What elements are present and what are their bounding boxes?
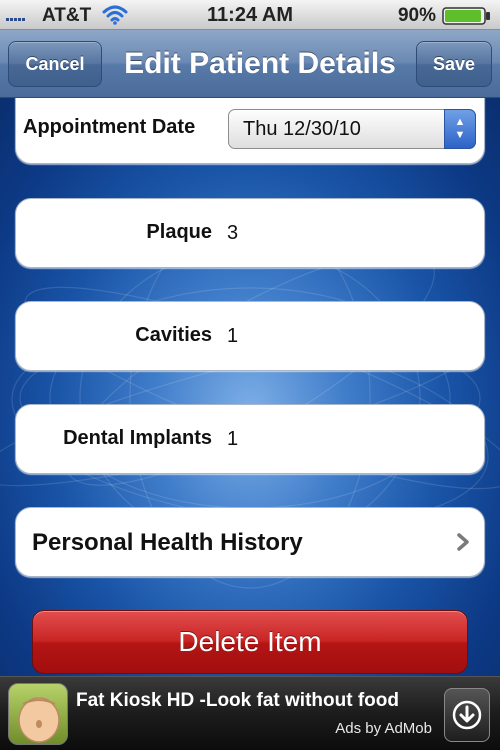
- cavities-value[interactable]: 1: [227, 325, 238, 348]
- ad-attribution: Ads by AdMob: [335, 720, 432, 737]
- delete-item-button[interactable]: Delete Item: [32, 610, 468, 674]
- background-artwork: [0, 207, 500, 589]
- download-icon[interactable]: [444, 688, 490, 742]
- cancel-button[interactable]: Cancel: [8, 41, 102, 87]
- dental-implants-value[interactable]: 1: [227, 428, 238, 451]
- ad-title[interactable]: Fat Kiosk HD -Look fat without food: [76, 690, 399, 712]
- navigation-bar: Cancel Edit Patient Details Save: [0, 30, 500, 98]
- form-content[interactable]: Appointment Date Thu 12/30/10 ▲ ▼ Plaque …: [0, 98, 500, 676]
- stepper-icon[interactable]: ▲ ▼: [444, 109, 476, 149]
- appointment-date-picker[interactable]: Thu 12/30/10 ▲ ▼: [228, 109, 476, 149]
- appointment-date-cell: Appointment Date Thu 12/30/10 ▲ ▼: [15, 98, 485, 164]
- appointment-date-value: Thu 12/30/10: [243, 118, 361, 140]
- plaque-value[interactable]: 3: [227, 222, 238, 245]
- plaque-label: Plaque: [146, 221, 212, 243]
- personal-health-history-label: Personal Health History: [32, 529, 303, 556]
- ad-banner[interactable]: Fat Kiosk HD -Look fat without food Ads …: [0, 676, 500, 750]
- chevron-right-icon: [457, 533, 469, 551]
- plaque-cell[interactable]: Plaque 3: [15, 198, 485, 268]
- cavities-cell[interactable]: Cavities 1: [15, 301, 485, 371]
- status-bar: AT&T 11:24 AM 90%: [0, 0, 500, 30]
- ad-app-icon[interactable]: [8, 683, 68, 745]
- personal-health-history-row[interactable]: Personal Health History: [15, 507, 485, 577]
- appointment-date-label: Appointment Date: [23, 116, 196, 138]
- save-button[interactable]: Save: [416, 41, 492, 87]
- page-title: Edit Patient Details: [124, 47, 396, 80]
- dental-implants-label: Dental Implants: [63, 427, 212, 449]
- dental-implants-cell[interactable]: Dental Implants 1: [15, 404, 485, 474]
- battery-icon: [442, 7, 490, 25]
- cavities-label: Cavities: [135, 324, 212, 346]
- battery-percent: 90%: [397, 5, 436, 26]
